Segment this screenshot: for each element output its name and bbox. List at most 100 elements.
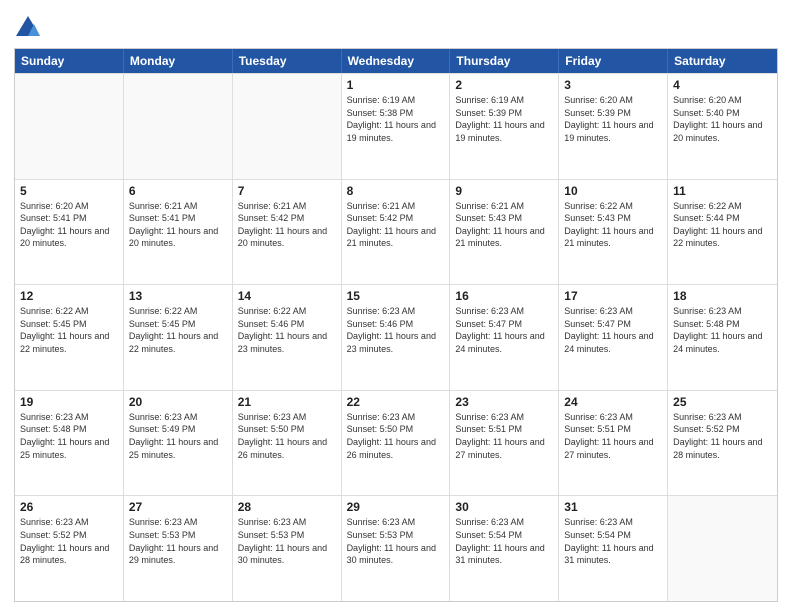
day-info: Sunrise: 6:23 AM Sunset: 5:54 PM Dayligh… xyxy=(564,516,662,566)
calendar-cell: 22 Sunrise: 6:23 AM Sunset: 5:50 PM Dayli… xyxy=(342,391,451,496)
day-info: Sunrise: 6:22 AM Sunset: 5:46 PM Dayligh… xyxy=(238,305,336,355)
day-info: Sunrise: 6:23 AM Sunset: 5:48 PM Dayligh… xyxy=(673,305,772,355)
day-info: Sunrise: 6:22 AM Sunset: 5:44 PM Dayligh… xyxy=(673,200,772,250)
day-number: 30 xyxy=(455,500,553,514)
day-number: 26 xyxy=(20,500,118,514)
day-number: 13 xyxy=(129,289,227,303)
day-number: 9 xyxy=(455,184,553,198)
calendar-cell xyxy=(233,74,342,179)
day-info: Sunrise: 6:23 AM Sunset: 5:49 PM Dayligh… xyxy=(129,411,227,461)
day-info: Sunrise: 6:23 AM Sunset: 5:53 PM Dayligh… xyxy=(347,516,445,566)
day-info: Sunrise: 6:23 AM Sunset: 5:51 PM Dayligh… xyxy=(455,411,553,461)
calendar-row: 1 Sunrise: 6:19 AM Sunset: 5:38 PM Daylig… xyxy=(15,73,777,179)
day-number: 20 xyxy=(129,395,227,409)
calendar-cell xyxy=(124,74,233,179)
calendar-cell: 10Sunrise: 6:22 AM Sunset: 5:43 PM Dayli… xyxy=(559,180,668,285)
day-number: 17 xyxy=(564,289,662,303)
day-number: 12 xyxy=(20,289,118,303)
calendar-cell: 25Sunrise: 6:23 AM Sunset: 5:52 PM Dayli… xyxy=(668,391,777,496)
calendar-cell: 16 Sunrise: 6:23 AM Sunset: 5:47 PM Dayli… xyxy=(450,285,559,390)
day-number: 27 xyxy=(129,500,227,514)
calendar-cell: 17Sunrise: 6:23 AM Sunset: 5:47 PM Dayli… xyxy=(559,285,668,390)
calendar-cell: 6 Sunrise: 6:21 AM Sunset: 5:41 PM Daylig… xyxy=(124,180,233,285)
calendar-cell xyxy=(15,74,124,179)
day-info: Sunrise: 6:23 AM Sunset: 5:50 PM Dayligh… xyxy=(347,411,445,461)
calendar-cell: 31Sunrise: 6:23 AM Sunset: 5:54 PM Dayli… xyxy=(559,496,668,601)
header-day-thursday: Thursday xyxy=(450,49,559,73)
day-info: Sunrise: 6:20 AM Sunset: 5:41 PM Dayligh… xyxy=(20,200,118,250)
calendar-cell xyxy=(668,496,777,601)
calendar-cell: 23 Sunrise: 6:23 AM Sunset: 5:51 PM Dayli… xyxy=(450,391,559,496)
day-number: 2 xyxy=(455,78,553,92)
day-info: Sunrise: 6:22 AM Sunset: 5:45 PM Dayligh… xyxy=(20,305,118,355)
calendar-cell: 15Sunrise: 6:23 AM Sunset: 5:46 PM Dayli… xyxy=(342,285,451,390)
calendar-cell: 8 Sunrise: 6:21 AM Sunset: 5:42 PM Daylig… xyxy=(342,180,451,285)
calendar-header: SundayMondayTuesdayWednesdayThursdayFrid… xyxy=(15,49,777,73)
calendar-cell: 20 Sunrise: 6:23 AM Sunset: 5:49 PM Dayli… xyxy=(124,391,233,496)
day-number: 14 xyxy=(238,289,336,303)
day-info: Sunrise: 6:21 AM Sunset: 5:41 PM Dayligh… xyxy=(129,200,227,250)
logo-icon xyxy=(14,14,42,42)
calendar-cell: 12 Sunrise: 6:22 AM Sunset: 5:45 PM Dayli… xyxy=(15,285,124,390)
day-number: 22 xyxy=(347,395,445,409)
calendar-cell: 21 Sunrise: 6:23 AM Sunset: 5:50 PM Dayli… xyxy=(233,391,342,496)
day-info: Sunrise: 6:23 AM Sunset: 5:53 PM Dayligh… xyxy=(238,516,336,566)
day-info: Sunrise: 6:20 AM Sunset: 5:40 PM Dayligh… xyxy=(673,94,772,144)
day-info: Sunrise: 6:23 AM Sunset: 5:54 PM Dayligh… xyxy=(455,516,553,566)
day-number: 8 xyxy=(347,184,445,198)
day-info: Sunrise: 6:19 AM Sunset: 5:38 PM Dayligh… xyxy=(347,94,445,144)
calendar-row: 26 Sunrise: 6:23 AM Sunset: 5:52 PM Dayli… xyxy=(15,495,777,601)
calendar-cell: 19Sunrise: 6:23 AM Sunset: 5:48 PM Dayli… xyxy=(15,391,124,496)
header-day-monday: Monday xyxy=(124,49,233,73)
calendar-cell: 13 Sunrise: 6:22 AM Sunset: 5:45 PM Dayli… xyxy=(124,285,233,390)
day-number: 19 xyxy=(20,395,118,409)
day-number: 7 xyxy=(238,184,336,198)
day-info: Sunrise: 6:22 AM Sunset: 5:45 PM Dayligh… xyxy=(129,305,227,355)
logo xyxy=(14,14,46,42)
calendar-cell: 27 Sunrise: 6:23 AM Sunset: 5:53 PM Dayli… xyxy=(124,496,233,601)
header xyxy=(14,10,778,42)
calendar-cell: 11Sunrise: 6:22 AM Sunset: 5:44 PM Dayli… xyxy=(668,180,777,285)
day-info: Sunrise: 6:23 AM Sunset: 5:53 PM Dayligh… xyxy=(129,516,227,566)
calendar-cell: 18 Sunrise: 6:23 AM Sunset: 5:48 PM Dayli… xyxy=(668,285,777,390)
header-day-friday: Friday xyxy=(559,49,668,73)
header-day-wednesday: Wednesday xyxy=(342,49,451,73)
day-number: 18 xyxy=(673,289,772,303)
header-day-sunday: Sunday xyxy=(15,49,124,73)
calendar-cell: 1 Sunrise: 6:19 AM Sunset: 5:38 PM Daylig… xyxy=(342,74,451,179)
calendar-body: 1 Sunrise: 6:19 AM Sunset: 5:38 PM Daylig… xyxy=(15,73,777,601)
day-number: 28 xyxy=(238,500,336,514)
page: SundayMondayTuesdayWednesdayThursdayFrid… xyxy=(0,0,792,612)
day-number: 10 xyxy=(564,184,662,198)
day-number: 1 xyxy=(347,78,445,92)
calendar-cell: 14 Sunrise: 6:22 AM Sunset: 5:46 PM Dayli… xyxy=(233,285,342,390)
calendar-cell: 24 Sunrise: 6:23 AM Sunset: 5:51 PM Dayli… xyxy=(559,391,668,496)
calendar-cell: 5 Sunrise: 6:20 AM Sunset: 5:41 PM Daylig… xyxy=(15,180,124,285)
calendar-row: 12 Sunrise: 6:22 AM Sunset: 5:45 PM Dayli… xyxy=(15,284,777,390)
day-number: 5 xyxy=(20,184,118,198)
day-number: 15 xyxy=(347,289,445,303)
day-number: 16 xyxy=(455,289,553,303)
day-number: 4 xyxy=(673,78,772,92)
calendar-row: 5 Sunrise: 6:20 AM Sunset: 5:41 PM Daylig… xyxy=(15,179,777,285)
day-number: 24 xyxy=(564,395,662,409)
calendar-cell: 2Sunrise: 6:19 AM Sunset: 5:39 PM Daylig… xyxy=(450,74,559,179)
day-info: Sunrise: 6:21 AM Sunset: 5:42 PM Dayligh… xyxy=(347,200,445,250)
day-info: Sunrise: 6:23 AM Sunset: 5:47 PM Dayligh… xyxy=(455,305,553,355)
day-info: Sunrise: 6:21 AM Sunset: 5:42 PM Dayligh… xyxy=(238,200,336,250)
day-info: Sunrise: 6:23 AM Sunset: 5:52 PM Dayligh… xyxy=(20,516,118,566)
calendar-cell: 26 Sunrise: 6:23 AM Sunset: 5:52 PM Dayli… xyxy=(15,496,124,601)
day-info: Sunrise: 6:23 AM Sunset: 5:50 PM Dayligh… xyxy=(238,411,336,461)
day-number: 23 xyxy=(455,395,553,409)
day-number: 6 xyxy=(129,184,227,198)
calendar-cell: 28 Sunrise: 6:23 AM Sunset: 5:53 PM Dayli… xyxy=(233,496,342,601)
day-number: 25 xyxy=(673,395,772,409)
calendar-row: 19Sunrise: 6:23 AM Sunset: 5:48 PM Dayli… xyxy=(15,390,777,496)
day-number: 3 xyxy=(564,78,662,92)
day-number: 21 xyxy=(238,395,336,409)
day-info: Sunrise: 6:23 AM Sunset: 5:51 PM Dayligh… xyxy=(564,411,662,461)
day-number: 29 xyxy=(347,500,445,514)
header-day-saturday: Saturday xyxy=(668,49,777,73)
day-info: Sunrise: 6:20 AM Sunset: 5:39 PM Dayligh… xyxy=(564,94,662,144)
calendar: SundayMondayTuesdayWednesdayThursdayFrid… xyxy=(14,48,778,602)
